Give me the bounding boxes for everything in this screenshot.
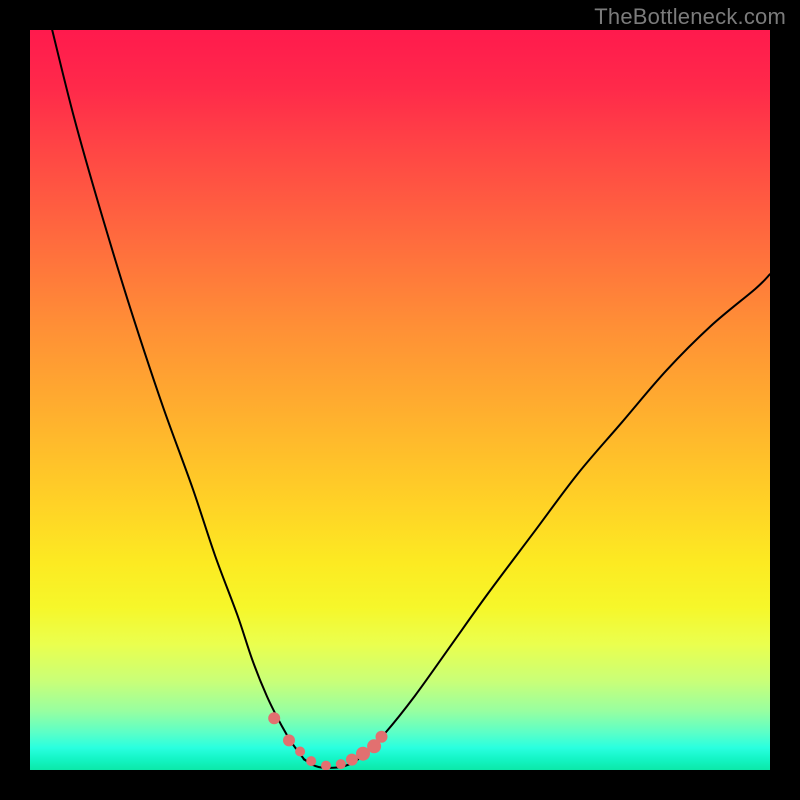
- valley-marker: [283, 734, 295, 746]
- bottleneck-curve: [52, 30, 770, 768]
- valley-marker: [268, 712, 280, 724]
- valley-marker: [295, 747, 305, 757]
- valley-markers: [268, 712, 387, 770]
- curve-svg: [30, 30, 770, 770]
- valley-marker: [306, 756, 316, 766]
- valley-marker: [321, 761, 331, 770]
- valley-marker: [346, 754, 358, 766]
- watermark-text: TheBottleneck.com: [594, 4, 786, 30]
- plot-area: [30, 30, 770, 770]
- valley-marker: [376, 731, 388, 743]
- chart-frame: TheBottleneck.com: [0, 0, 800, 800]
- valley-marker: [336, 759, 346, 769]
